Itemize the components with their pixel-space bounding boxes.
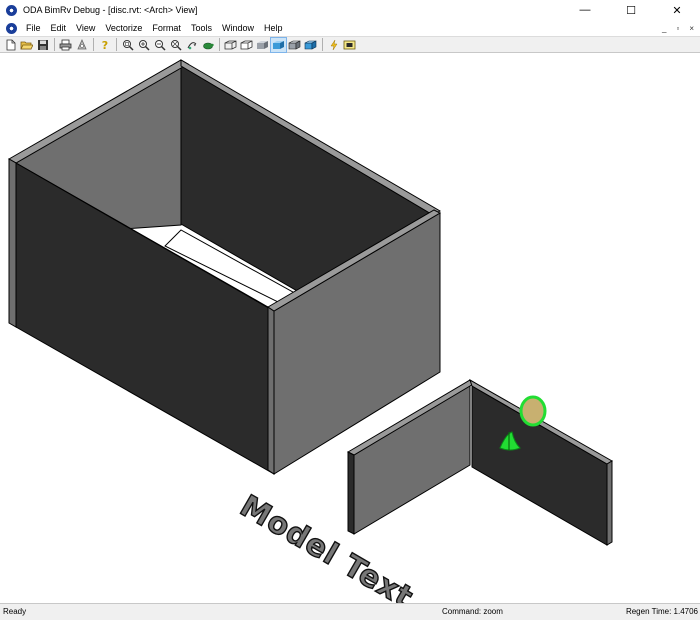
document-window-controls: _ ▫ × xyxy=(662,20,694,36)
gouraud-shaded-box-icon[interactable] xyxy=(270,36,287,53)
box-front-wall-edge xyxy=(8,158,17,328)
small-wall-left-edge xyxy=(347,451,355,535)
window-controls: — ☐ ✕ xyxy=(562,0,700,20)
toolbar-separator xyxy=(93,38,94,51)
svg-text:?: ? xyxy=(101,39,107,51)
status-bar: Ready Command: zoom Regen Time: 1.4706 xyxy=(0,603,700,620)
status-command-text: Command: zoom xyxy=(442,607,503,616)
menu-bar: File Edit View Vectorize Format Tools Wi… xyxy=(0,20,700,36)
model-canvas: Model Text xyxy=(7,59,613,603)
close-button[interactable]: ✕ xyxy=(654,0,700,20)
menu-format[interactable]: Format xyxy=(147,23,186,33)
status-regen-time: Regen Time: 1.4706 xyxy=(625,607,698,616)
help-icon[interactable]: ? xyxy=(97,38,112,52)
zoom-in-icon[interactable] xyxy=(136,38,151,52)
image-frame-icon[interactable] xyxy=(342,38,357,52)
flat-edges-box-icon[interactable] xyxy=(287,38,302,52)
menu-vectorize[interactable]: Vectorize xyxy=(100,23,147,33)
printer-icon[interactable] xyxy=(58,38,73,52)
toolbar-separator xyxy=(219,38,220,51)
document-restore-button[interactable]: ▫ xyxy=(676,24,679,33)
menu-window[interactable]: Window xyxy=(217,23,259,33)
floppy-disk-icon[interactable] xyxy=(35,38,50,52)
box-front-corner-edge xyxy=(267,306,275,475)
new-document-icon[interactable] xyxy=(3,38,18,52)
document-system-menu-icon[interactable] xyxy=(6,22,17,34)
hidden-line-box-icon[interactable] xyxy=(239,38,254,52)
zoom-out-icon[interactable] xyxy=(152,38,167,52)
document-close-button[interactable]: × xyxy=(689,24,694,33)
drawing-viewport[interactable]: Model Text xyxy=(0,54,700,603)
toolbar-separator xyxy=(322,38,323,51)
gouraud-edges-box-icon[interactable] xyxy=(303,38,318,52)
menu-help[interactable]: Help xyxy=(259,23,288,33)
turtle-icon[interactable] xyxy=(200,38,215,52)
menu-edit[interactable]: Edit xyxy=(46,23,72,33)
wireframe-box-icon[interactable] xyxy=(223,38,238,52)
folder-open-icon[interactable] xyxy=(19,38,34,52)
app-logo-icon xyxy=(6,4,17,16)
toolbar-separator xyxy=(54,38,55,51)
flat-shaded-box-icon[interactable] xyxy=(255,38,270,52)
small-wall-right-edge xyxy=(606,460,613,546)
toolbar-separator xyxy=(116,38,117,51)
menu-tools[interactable]: Tools xyxy=(186,23,217,33)
zoom-window-icon[interactable] xyxy=(120,38,135,52)
menu-view[interactable]: View xyxy=(71,23,100,33)
window-title: ODA BimRv Debug - [disc.rvt: <Arch> View… xyxy=(23,5,198,15)
document-minimize-button[interactable]: _ xyxy=(662,24,666,33)
zoom-extents-icon[interactable] xyxy=(168,38,183,52)
main-toolbar: ? xyxy=(0,36,700,53)
menu-file[interactable]: File xyxy=(21,23,46,33)
maximize-button[interactable]: ☐ xyxy=(608,0,654,20)
highlighted-object-tan[interactable] xyxy=(519,395,547,427)
lightning-icon[interactable] xyxy=(326,38,341,52)
title-bar: ODA BimRv Debug - [disc.rvt: <Arch> View… xyxy=(0,0,700,20)
orbit-icon[interactable] xyxy=(184,38,199,52)
preview-icon[interactable] xyxy=(74,38,89,52)
status-ready-text: Ready xyxy=(3,607,27,616)
minimize-button[interactable]: — xyxy=(562,0,608,20)
